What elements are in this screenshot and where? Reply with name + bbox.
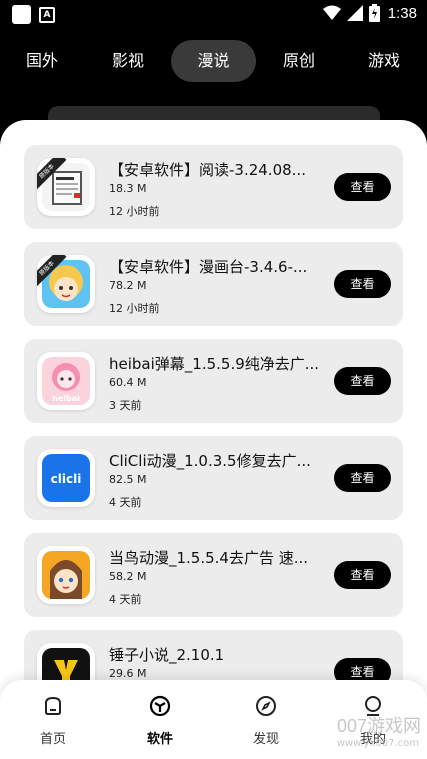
nav-home-label: 首页 <box>39 732 66 747</box>
app-title: 锤子小说_2.10.1 <box>109 646 225 664</box>
nav-discover[interactable]: 发现 <box>236 694 296 747</box>
battery-icon <box>368 4 380 22</box>
app-size: 82.5 M <box>109 473 147 486</box>
app-size: 58.2 M <box>109 570 147 583</box>
view-button[interactable]: 查看 <box>334 464 391 492</box>
app-notification-icon <box>12 5 31 24</box>
app-size: 60.4 M <box>109 376 147 389</box>
app-updated-time: 3 天前 <box>109 399 142 412</box>
nav-software-label: 软件 <box>146 732 173 747</box>
clock: 1:38 <box>387 4 417 22</box>
app-card[interactable]: 原版本 【安卓软件】漫画台-3.4.6-... 78.2 M 12 小时前 查看 <box>24 242 403 326</box>
app-card[interactable]: heibai heibai弹幕_1.5.5.9纯净去广... 60.4 M 3 … <box>24 339 403 423</box>
app-updated-time: 12 小时前 <box>109 302 160 315</box>
wifi-icon <box>322 5 341 20</box>
home-icon <box>45 696 61 715</box>
app-title: heibai弹幕_1.5.5.9纯净去广... <box>109 355 320 373</box>
app-title: 当鸟动漫_1.5.5.4去广告 速... <box>109 549 309 567</box>
software-cube-icon <box>149 695 171 717</box>
category-tabs: 国外 影视 漫说 原创 游戏 <box>0 40 427 84</box>
nav-home[interactable]: 首页 <box>23 694 83 747</box>
tab-film[interactable]: 影视 <box>100 40 156 82</box>
app-title: CliCli动漫_1.0.3.5修复去广... <box>109 452 311 470</box>
nav-software[interactable]: 软件 <box>130 694 190 747</box>
tab-games[interactable]: 游戏 <box>356 40 412 82</box>
app-title: 【安卓软件】漫画台-3.4.6-... <box>109 258 308 276</box>
watermark-url: www.yx007.com <box>336 738 419 749</box>
pink-anime-icon: heibai <box>37 352 95 410</box>
svg-text:clicli: clicli <box>51 472 82 486</box>
manga-girl-icon: 原版本 <box>37 255 95 313</box>
view-button[interactable]: 查看 <box>334 561 391 589</box>
view-button[interactable]: 查看 <box>334 367 391 395</box>
app-updated-time: 4 天前 <box>109 593 142 606</box>
nav-discover-label: 发现 <box>252 732 279 747</box>
clicli-icon: clicli <box>37 449 95 507</box>
view-button[interactable]: 查看 <box>334 173 391 201</box>
app-updated-time: 12 小时前 <box>109 205 160 218</box>
app-title: 【安卓软件】阅读-3.24.08... <box>109 161 306 179</box>
tab-original[interactable]: 原创 <box>271 40 327 82</box>
signal-icon <box>346 5 363 21</box>
app-card[interactable]: 当鸟动漫_1.5.5.4去广告 速... 58.2 M 4 天前 查看 <box>24 533 403 617</box>
app-updated-time: 4 天前 <box>109 496 142 509</box>
app-card[interactable]: 原版本 【安卓软件】阅读-3.24.08... 18.3 M 12 小时前 查看 <box>24 145 403 229</box>
bird-anime-icon <box>37 546 95 604</box>
app-card[interactable]: clicli CliCli动漫_1.0.3.5修复去广... 82.5 M 4 … <box>24 436 403 520</box>
compass-icon <box>256 696 276 716</box>
app-list-panel: 原版本 【安卓软件】阅读-3.24.08... 18.3 M 12 小时前 查看… <box>0 120 427 759</box>
app-size: 18.3 M <box>109 182 147 195</box>
status-bar: A 1:38 <box>0 0 427 30</box>
text-notification-icon: A <box>39 6 55 23</box>
svg-text:heibai: heibai <box>52 394 80 403</box>
tab-foreign[interactable]: 国外 <box>14 40 70 82</box>
book-reader-icon: 原版本 <box>37 158 95 216</box>
app-size: 78.2 M <box>109 279 147 292</box>
watermark: 007游戏网 <box>336 716 421 736</box>
app-size: 29.6 M <box>109 667 147 680</box>
tab-manga-novel[interactable]: 漫说 <box>171 40 256 82</box>
view-button[interactable]: 查看 <box>334 270 391 298</box>
